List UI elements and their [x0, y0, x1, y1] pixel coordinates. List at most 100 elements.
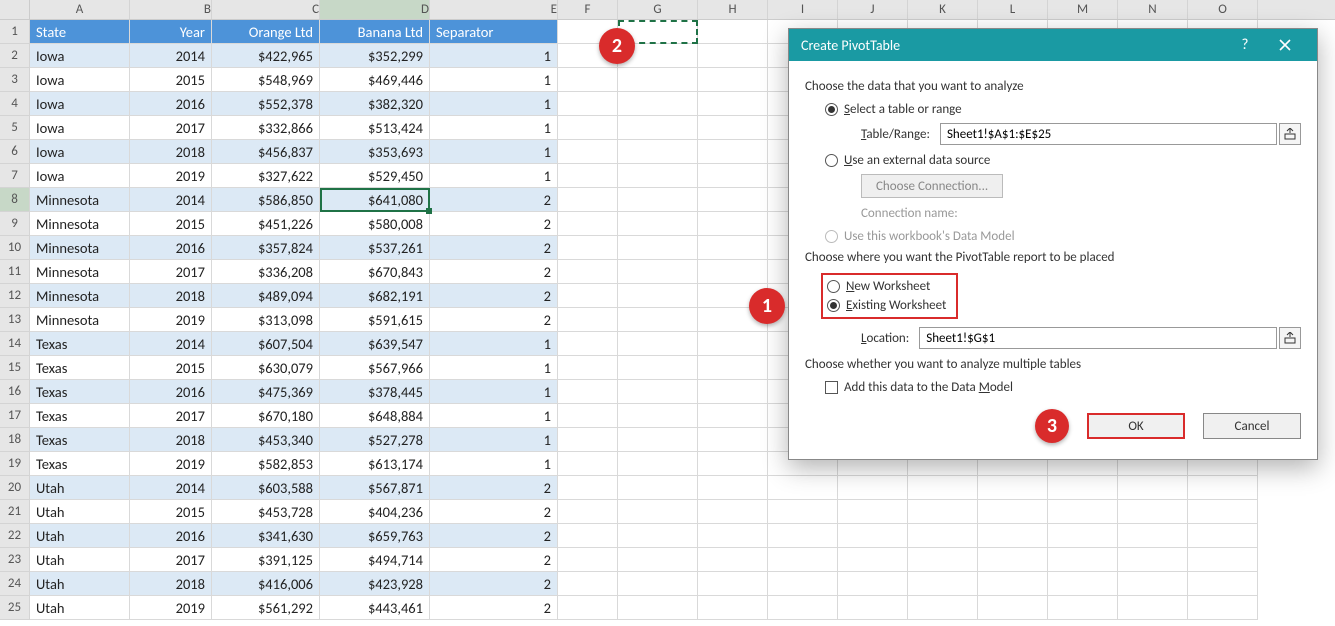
cell-G19[interactable]: [618, 452, 698, 476]
column-header-A[interactable]: A: [30, 0, 130, 19]
cell-E21[interactable]: 2: [430, 500, 558, 524]
cell-G16[interactable]: [618, 380, 698, 404]
cell-B2[interactable]: 2014: [130, 44, 212, 68]
column-header-N[interactable]: N: [1118, 0, 1188, 19]
cell-F4[interactable]: [558, 92, 618, 116]
cell-C1[interactable]: Orange Ltd: [212, 20, 320, 44]
cell-E3[interactable]: 1: [430, 68, 558, 92]
cell-F24[interactable]: [558, 572, 618, 596]
cell-O24[interactable]: [1188, 572, 1258, 596]
column-header-O[interactable]: O: [1188, 0, 1258, 19]
cell-C11[interactable]: $336,208: [212, 260, 320, 284]
cell-H16[interactable]: [698, 380, 768, 404]
cell-H5[interactable]: [698, 116, 768, 140]
cell-M23[interactable]: [1048, 548, 1118, 572]
cell-E8[interactable]: 2: [430, 188, 558, 212]
cell-A4[interactable]: Iowa: [30, 92, 130, 116]
cell-B10[interactable]: 2016: [130, 236, 212, 260]
row-header-6[interactable]: 6: [0, 140, 30, 164]
cell-F10[interactable]: [558, 236, 618, 260]
cell-D11[interactable]: $670,843: [320, 260, 430, 284]
cell-K23[interactable]: [908, 548, 978, 572]
cell-F12[interactable]: [558, 284, 618, 308]
cell-C3[interactable]: $548,969: [212, 68, 320, 92]
cell-B5[interactable]: 2017: [130, 116, 212, 140]
cell-O20[interactable]: [1188, 476, 1258, 500]
cell-A17[interactable]: Texas: [30, 404, 130, 428]
cell-D7[interactable]: $529,450: [320, 164, 430, 188]
cell-A2[interactable]: Iowa: [30, 44, 130, 68]
cell-E17[interactable]: 1: [430, 404, 558, 428]
cell-C15[interactable]: $630,079: [212, 356, 320, 380]
cell-D6[interactable]: $353,693: [320, 140, 430, 164]
cell-F17[interactable]: [558, 404, 618, 428]
cell-B12[interactable]: 2018: [130, 284, 212, 308]
cell-F3[interactable]: [558, 68, 618, 92]
cell-H21[interactable]: [698, 500, 768, 524]
cell-G4[interactable]: [618, 92, 698, 116]
cell-A9[interactable]: Minnesota: [30, 212, 130, 236]
row-header-8[interactable]: 8: [0, 188, 30, 212]
cell-G12[interactable]: [618, 284, 698, 308]
cell-H22[interactable]: [698, 524, 768, 548]
cell-H20[interactable]: [698, 476, 768, 500]
select-all-corner[interactable]: [0, 0, 30, 19]
row-header-4[interactable]: 4: [0, 92, 30, 116]
cell-E6[interactable]: 1: [430, 140, 558, 164]
cell-C17[interactable]: $670,180: [212, 404, 320, 428]
cell-E7[interactable]: 1: [430, 164, 558, 188]
cell-H17[interactable]: [698, 404, 768, 428]
cell-O21[interactable]: [1188, 500, 1258, 524]
cell-C8[interactable]: $586,850: [212, 188, 320, 212]
cell-G17[interactable]: [618, 404, 698, 428]
cell-D22[interactable]: $659,763: [320, 524, 430, 548]
cell-E23[interactable]: 2: [430, 548, 558, 572]
cell-I21[interactable]: [768, 500, 838, 524]
cell-E14[interactable]: 1: [430, 332, 558, 356]
column-header-H[interactable]: H: [698, 0, 768, 19]
cell-N22[interactable]: [1118, 524, 1188, 548]
cell-D24[interactable]: $423,928: [320, 572, 430, 596]
cell-K22[interactable]: [908, 524, 978, 548]
cell-I20[interactable]: [768, 476, 838, 500]
table-range-input[interactable]: [940, 123, 1277, 145]
cell-G3[interactable]: [618, 68, 698, 92]
cell-E22[interactable]: 2: [430, 524, 558, 548]
cell-A24[interactable]: Utah: [30, 572, 130, 596]
cell-B1[interactable]: Year: [130, 20, 212, 44]
cell-H8[interactable]: [698, 188, 768, 212]
cell-D3[interactable]: $469,446: [320, 68, 430, 92]
cell-M24[interactable]: [1048, 572, 1118, 596]
row-header-14[interactable]: 14: [0, 332, 30, 356]
cell-A8[interactable]: Minnesota: [30, 188, 130, 212]
cell-H14[interactable]: [698, 332, 768, 356]
row-header-22[interactable]: 22: [0, 524, 30, 548]
cell-E15[interactable]: 1: [430, 356, 558, 380]
cell-A20[interactable]: Utah: [30, 476, 130, 500]
cell-G14[interactable]: [618, 332, 698, 356]
cell-G5[interactable]: [618, 116, 698, 140]
cell-A12[interactable]: Minnesota: [30, 284, 130, 308]
cell-H11[interactable]: [698, 260, 768, 284]
cell-D19[interactable]: $613,174: [320, 452, 430, 476]
cell-D12[interactable]: $682,191: [320, 284, 430, 308]
cell-G25[interactable]: [618, 596, 698, 620]
checkbox-add-datamodel[interactable]: [825, 381, 838, 394]
cell-C24[interactable]: $416,006: [212, 572, 320, 596]
cell-F21[interactable]: [558, 500, 618, 524]
cell-G10[interactable]: [618, 236, 698, 260]
cell-C20[interactable]: $603,588: [212, 476, 320, 500]
row-header-12[interactable]: 12: [0, 284, 30, 308]
cell-K25[interactable]: [908, 596, 978, 620]
row-header-1[interactable]: 1: [0, 20, 30, 44]
row-header-3[interactable]: 3: [0, 68, 30, 92]
cell-A25[interactable]: Utah: [30, 596, 130, 620]
cell-F23[interactable]: [558, 548, 618, 572]
cell-C9[interactable]: $451,226: [212, 212, 320, 236]
cell-D18[interactable]: $527,278: [320, 428, 430, 452]
column-header-E[interactable]: E: [430, 0, 558, 19]
cell-F9[interactable]: [558, 212, 618, 236]
cell-G20[interactable]: [618, 476, 698, 500]
cell-E24[interactable]: 2: [430, 572, 558, 596]
cell-F20[interactable]: [558, 476, 618, 500]
